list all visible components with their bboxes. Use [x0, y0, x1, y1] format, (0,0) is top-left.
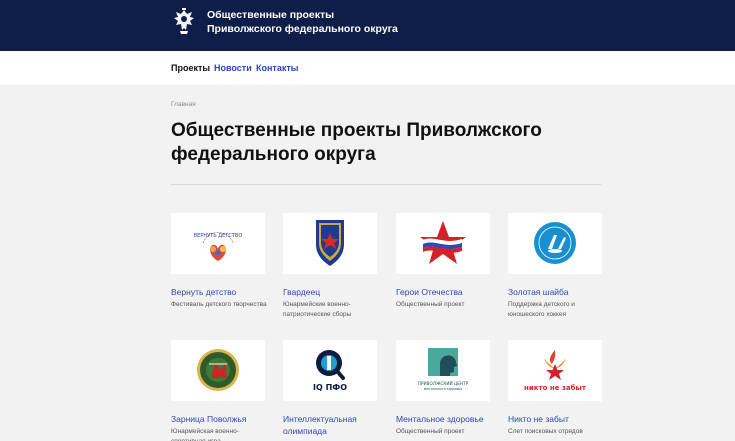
project-title[interactable]: Зарница Поволжья: [171, 413, 267, 425]
zarnitsa-round-logo-icon: [197, 349, 239, 391]
project-thumb[interactable]: [283, 213, 377, 274]
site-title[interactable]: Общественные проекты Приволжского федера…: [207, 8, 407, 36]
project-title[interactable]: Интеллектуальная олимпиада: [283, 413, 379, 437]
logo-subtext: ментального здоровья: [424, 387, 462, 391]
logo-text: IQ ПФО: [313, 383, 347, 392]
project-description: Поддержка детского и юношеского хоккея: [508, 301, 575, 318]
main-nav: Проекты Новости Контакты: [0, 51, 735, 85]
project-description: Слет поисковых отрядов: [508, 428, 583, 435]
head-profile-logo-icon: ПРИВОЛЖСКИЙ ЦЕНТР ментального здоровья: [418, 348, 469, 391]
nav-item-contacts[interactable]: Контакты: [256, 63, 298, 74]
project-thumb[interactable]: никто не забыт: [508, 340, 602, 401]
site-title-line1: Общественные проекты: [207, 9, 335, 21]
logo-text: ПРИВОЛЖСКИЙ ЦЕНТР: [418, 381, 469, 386]
project-thumb[interactable]: ПРИВОЛЖСКИЙ ЦЕНТР ментального здоровья: [396, 340, 490, 401]
project-thumb[interactable]: [171, 340, 265, 401]
site-header: Общественные проекты Приволжского федера…: [0, 0, 735, 51]
project-title[interactable]: Ментальное здоровье: [396, 413, 492, 425]
project-title[interactable]: Никто не забыт: [508, 413, 604, 425]
nav-item-projects[interactable]: Проекты: [171, 63, 210, 74]
breadcrumb[interactable]: Главная: [171, 101, 196, 108]
site-title-line2: Приволжского федерального округа: [207, 23, 398, 35]
project-title[interactable]: Золотая шайба: [508, 286, 604, 298]
project-title[interactable]: Герои Отечества: [396, 286, 492, 298]
project-description: Юнармейская военно-спортивная игра: [171, 428, 239, 441]
project-thumb[interactable]: ВЕРНУТЬ ДЕТСТВО: [171, 213, 265, 274]
project-description: Фестиваль детского творчества: [171, 301, 267, 308]
red-star-flag-logo-icon: [420, 221, 466, 264]
double-headed-eagle-icon[interactable]: [171, 6, 197, 36]
project-title[interactable]: Вернуть детство: [171, 286, 267, 298]
iq-magnifier-logo-icon: IQ ПФО: [313, 350, 347, 392]
project-thumb[interactable]: [508, 213, 602, 274]
nav-item-news[interactable]: Новости: [214, 63, 252, 74]
project-title[interactable]: Гвардеец: [283, 286, 379, 298]
eternal-flame-star-logo-icon: никто не забыт: [524, 350, 587, 392]
logo-text: никто не забыт: [524, 384, 587, 392]
project-description: Общественный проект: [396, 428, 465, 435]
guard-shield-star-logo-icon: [316, 220, 344, 266]
divider: [171, 184, 601, 185]
project-thumb[interactable]: IQ ПФО: [283, 340, 377, 401]
page-title: Общественные проекты Приволжского федера…: [171, 120, 542, 165]
project-description: Юнармейские военно-патриотические сборы: [283, 301, 352, 318]
logo-text: ВЕРНУТЬ ДЕТСТВО: [194, 233, 243, 239]
family-heart-logo-icon: ВЕРНУТЬ ДЕТСТВО: [194, 232, 243, 261]
project-thumb[interactable]: [396, 213, 490, 274]
hockey-round-logo-icon: [534, 222, 576, 264]
project-description: Общественный проект: [396, 301, 465, 308]
